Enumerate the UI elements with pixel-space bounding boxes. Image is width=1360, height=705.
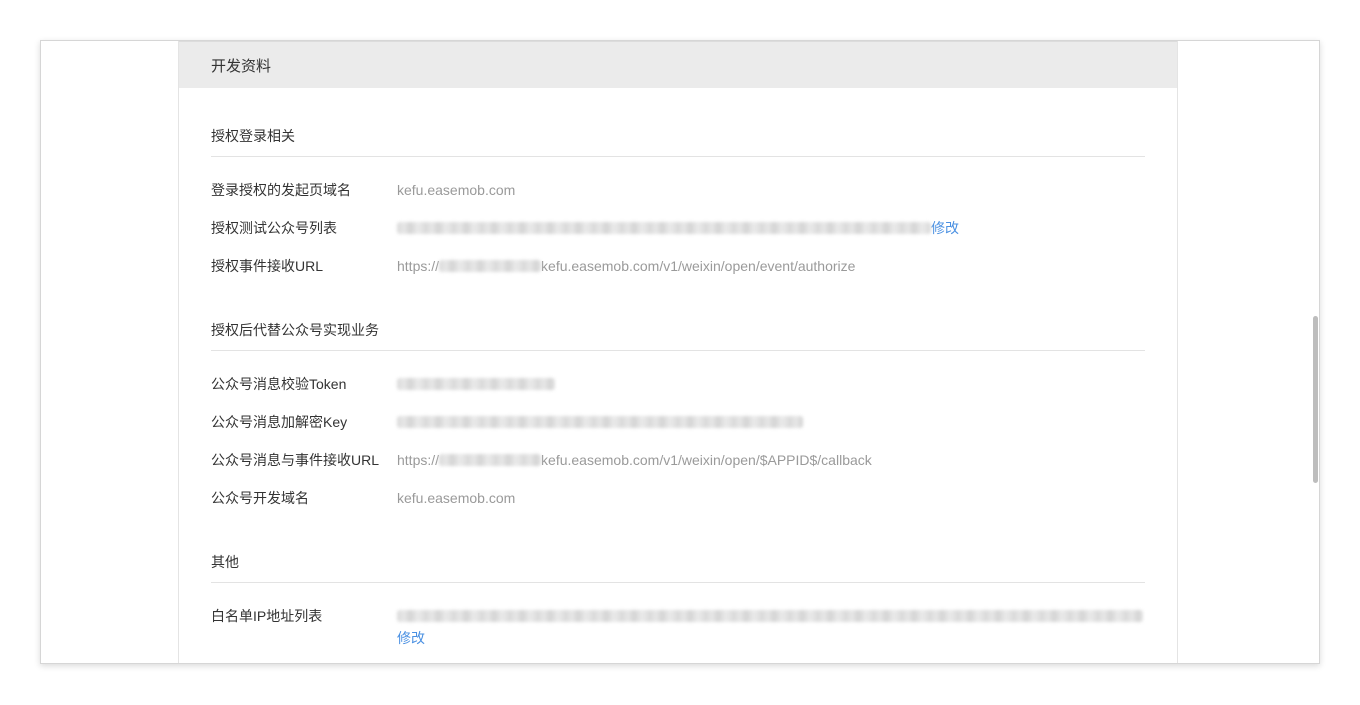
event-url-prefix: https:// [397,258,440,274]
msg-url-suffix: kefu.easemob.com/v1/weixin/open/$APPID$/… [541,452,872,468]
edit-ip-whitelist-link[interactable]: 修改 [397,628,425,648]
msg-url-prefix: https:// [397,452,440,468]
redacted-msg-url-host [439,454,542,466]
panel-title: 开发资料 [211,57,272,75]
row-label: 公众号消息校验Token [211,376,347,392]
ip-whitelist-value: 修改 [397,606,1143,648]
row-label: 公众号消息与事件接收URL [211,452,380,468]
redacted-aes-key [397,416,803,428]
app-window: 开发资料 授权登录相关 登录授权的发起页域名 kefu.easemob.com … [40,40,1320,664]
token-value [397,374,555,394]
msg-url-value: https:// kefu.easemob.com/v1/weixin/open… [397,450,872,470]
section-title-auth-business: 授权后代替公众号实现业务 [211,320,1145,351]
row-label: 登录授权的发起页域名 [211,182,351,198]
row-dev-domain: 公众号开发域名 kefu.easemob.com [211,488,1151,508]
section-title-auth-login: 授权登录相关 [211,126,1145,157]
redacted-token [397,378,555,390]
row-aes-key: 公众号消息加解密Key [211,412,1151,432]
row-msg-url: 公众号消息与事件接收URL https:// kefu.easemob.com/… [211,450,1151,470]
row-test-accounts: 授权测试公众号列表 修改 [211,218,1151,238]
event-url-suffix: kefu.easemob.com/v1/weixin/open/event/au… [541,258,856,274]
row-label: 授权事件接收URL [211,258,324,274]
aes-key-value [397,412,803,432]
row-label: 公众号开发域名 [211,490,309,506]
row-token: 公众号消息校验Token [211,374,1151,394]
vertical-scrollbar[interactable] [1313,316,1318,483]
row-event-url: 授权事件接收URL https:// kefu.easemob.com/v1/w… [211,256,1151,276]
row-login-domain: 登录授权的发起页域名 kefu.easemob.com [211,180,1151,200]
redacted-test-accounts [397,222,931,234]
row-label: 授权测试公众号列表 [211,220,337,236]
dev-domain-value: kefu.easemob.com [397,490,516,506]
section-title-other: 其他 [211,552,1145,583]
redacted-event-url-host [439,260,542,272]
row-ip-whitelist: 白名单IP地址列表 修改 [211,606,1151,648]
login-domain-value: kefu.easemob.com [397,182,516,198]
panel-header: 开发资料 [179,41,1177,88]
redacted-ip-list [397,610,1143,622]
event-url-value: https:// kefu.easemob.com/v1/weixin/open… [397,256,855,276]
test-accounts-value: 修改 [397,218,959,238]
row-label: 公众号消息加解密Key [211,414,348,430]
edit-test-accounts-link[interactable]: 修改 [931,218,959,238]
settings-panel: 开发资料 授权登录相关 登录授权的发起页域名 kefu.easemob.com … [178,41,1178,663]
row-label: 白名单IP地址列表 [211,608,323,624]
